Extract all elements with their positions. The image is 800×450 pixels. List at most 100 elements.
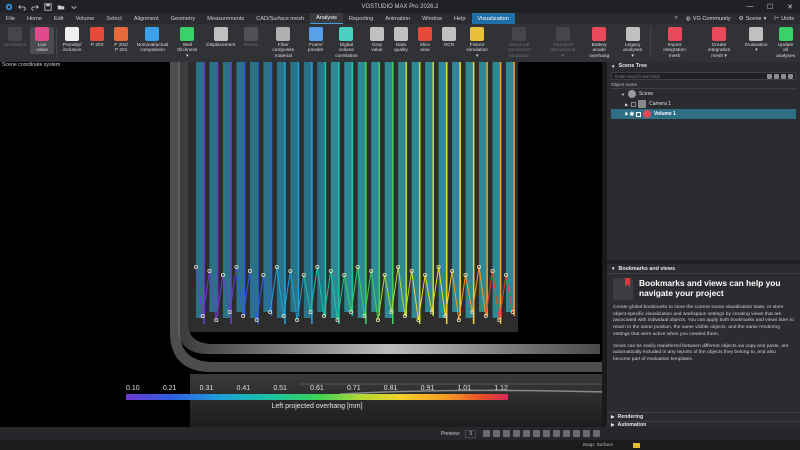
fit-view-icon[interactable] — [493, 430, 500, 437]
preview-select[interactable]: 3 — [465, 429, 476, 438]
fixture-simulation-button[interactable]: Fixture simulation ▾ — [461, 27, 493, 59]
filter-icon[interactable] — [767, 73, 772, 79]
view-top-icon[interactable] — [573, 430, 580, 437]
color-scale-title: Left projected overhang [mm] — [271, 403, 363, 410]
view-bottom-icon[interactable] — [583, 430, 590, 437]
menu-cad-surface-mesh[interactable]: CAD/Surface mesh — [250, 13, 310, 24]
live-value-button[interactable]: Live value — [30, 27, 55, 54]
menu-window[interactable]: Window — [416, 13, 448, 24]
displacement-button[interactable]: Displacement — [203, 27, 239, 48]
tick-label: 0.81 — [383, 385, 398, 392]
porosity-inclusion-button[interactable]: Porosity/ inclusion — [59, 27, 85, 54]
menu-edit[interactable]: Edit — [48, 13, 70, 24]
expand-arrow-icon[interactable]: ▶ — [625, 102, 628, 107]
nominal-actual-button[interactable]: Nominal/actual comparison — [133, 27, 172, 54]
menu-geometry[interactable]: Geometry — [165, 13, 202, 24]
import-integration-mesh-button[interactable]: Import integration mesh — [653, 27, 697, 59]
scene-coordinate-label: Scene coordinate system — [2, 62, 61, 68]
battery-label: Battery anode overhang — [589, 43, 610, 59]
close-button[interactable]: ✕ — [780, 0, 800, 13]
gear-icon: ⚙ — [738, 15, 744, 22]
bookmarks-paragraph: Create global bookmarks to store the cur… — [613, 305, 794, 337]
slice-area-button[interactable]: Slice area — [413, 27, 437, 54]
3d-viewport[interactable]: Scene coordinate system — [0, 62, 607, 427]
foam-powder-button[interactable]: Foam/ powder — [304, 27, 328, 54]
ocr-button[interactable]: OCR — [437, 27, 461, 48]
maximize-button[interactable]: ☐ — [760, 0, 780, 13]
create-integration-mesh-button[interactable]: Create integration mesh ▾ — [697, 27, 742, 59]
view-left-icon[interactable] — [553, 430, 560, 437]
screenshot-icon[interactable] — [593, 430, 600, 437]
p203-button[interactable]: P 203 — [85, 27, 109, 48]
legacy-analyses-label: Legacy analyses ▾ — [623, 43, 643, 59]
wall-thickness-button[interactable]: Wall thickness ▾ — [172, 27, 203, 59]
menu-select[interactable]: Select — [100, 13, 128, 24]
data-quality-button[interactable]: Data quality — [389, 27, 413, 54]
scene-menu[interactable]: ⚙ Scene ▾ — [739, 16, 767, 22]
options-icon[interactable] — [788, 73, 793, 79]
scene-tree-search[interactable]: Enter search text here — [611, 72, 796, 80]
color-scale-ticks: 0.10 0.21 0.31 0.41 0.51 0.61 0.71 0.81 … — [126, 385, 508, 392]
menu-animation[interactable]: Animation — [379, 13, 416, 24]
annotation-button[interactable]: Annotation — [0, 27, 30, 48]
vg-community-label: VG Community — [692, 15, 731, 22]
scene-tree-header[interactable]: ▼ Scene Tree — [607, 62, 800, 70]
rendering-panel-header[interactable]: ▶ Rendering — [607, 412, 800, 421]
fixture-simulation-label: Fixture simulation ▾ — [466, 43, 488, 59]
rotate-icon[interactable] — [513, 430, 520, 437]
tree-item-camera[interactable]: ▶ Camera 1 — [611, 99, 796, 109]
menu-visualization[interactable]: Visualization — [471, 13, 515, 24]
visibility-checkbox[interactable] — [636, 111, 642, 117]
menu-analysis[interactable]: Analysis — [310, 13, 343, 24]
expand-arrow-icon[interactable]: ▼ — [621, 92, 625, 97]
tree-item-volume[interactable]: 🔒︎ ◉ Volume 1 — [611, 109, 796, 119]
units-menu[interactable]: ⊢ Units — [774, 16, 794, 22]
pan-icon[interactable] — [523, 430, 530, 437]
rendering-label: Rendering — [617, 414, 644, 420]
vg-community-link[interactable]: ◍ VG Community — [686, 16, 731, 22]
p202-icon — [114, 27, 129, 41]
menu-home[interactable]: Home — [21, 13, 48, 24]
lock-icon[interactable]: 🔒︎ — [625, 111, 628, 117]
p202-p201-button[interactable]: P 202/ P 201 — [109, 27, 133, 54]
bookmarks-header[interactable]: ▼ Bookmarks and views — [607, 264, 800, 274]
fiber-composite-button[interactable]: Fiber composite material — [263, 27, 304, 59]
eye-icon[interactable]: ◉ — [630, 111, 634, 117]
gray-value-button[interactable]: Gray value — [365, 27, 389, 54]
menu-file[interactable]: File — [0, 13, 21, 24]
data-quality-label: Data quality — [393, 43, 408, 54]
menu-volume[interactable]: Volume — [70, 13, 101, 24]
evaluation-button[interactable]: Evaluation ▾ — [741, 27, 771, 54]
menu-alignment[interactable]: Alignment — [128, 13, 165, 24]
structural-mechanics-button[interactable]: Structural mechanics simulation — [493, 27, 544, 59]
object-name-column-header[interactable]: Object name — [611, 82, 796, 89]
digital-volume-correlation-button[interactable]: Digital volume correlation — [328, 27, 365, 59]
update-all-analyses-button[interactable]: Update all analyses — [771, 27, 800, 59]
expand-icon[interactable] — [774, 73, 779, 79]
view-back-icon[interactable] — [543, 430, 550, 437]
visibility-checkbox[interactable] — [631, 101, 637, 107]
collapse-icon[interactable] — [781, 73, 786, 79]
tree-item-scene[interactable]: ▼ Scene — [611, 89, 796, 99]
anode-strip — [371, 62, 380, 312]
folder-icon[interactable] — [633, 442, 640, 448]
view-front-icon[interactable] — [533, 430, 540, 437]
transport-phenomena-button[interactable]: Transport phenomena ▾ — [545, 27, 581, 59]
menu-measurements[interactable]: Measurements — [201, 13, 250, 24]
legacy-analyses-icon — [625, 27, 640, 41]
menu-help[interactable]: Help — [448, 13, 472, 24]
camera-reset-icon[interactable] — [483, 430, 490, 437]
zoom-icon[interactable] — [503, 430, 510, 437]
fixture-simulation-icon — [470, 27, 485, 41]
search-input[interactable]: Enter search text here — [612, 74, 767, 79]
legacy-analyses-button[interactable]: Legacy analyses ▾ — [618, 27, 648, 59]
transport-phenomena-icon — [555, 27, 570, 41]
minimize-button[interactable]: — — [740, 0, 760, 13]
defect-button[interactable]: Defect — [239, 27, 263, 48]
bookmarks-headline: Bookmarks and views can help you navigat… — [639, 278, 781, 298]
battery-anode-overhang-button[interactable]: Battery anode overhang — [581, 27, 618, 59]
ct-volume-render[interactable] — [0, 62, 607, 427]
search-icon[interactable]: ⌕ — [675, 15, 678, 22]
view-right-icon[interactable] — [563, 430, 570, 437]
menu-reporting[interactable]: Reporting — [343, 13, 379, 24]
